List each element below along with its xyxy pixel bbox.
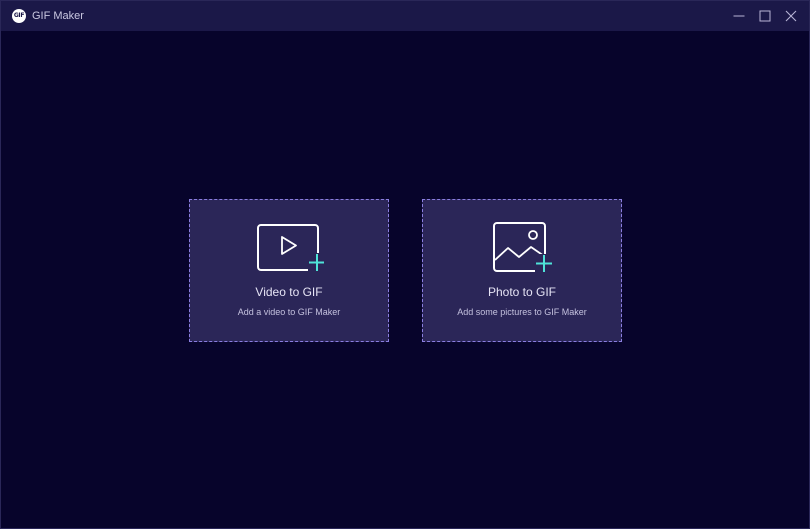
photo-add-icon	[423, 220, 621, 276]
title-bar[interactable]: GIF GIF Maker	[1, 1, 809, 31]
photo-to-gif-subtitle: Add some pictures to GIF Maker	[457, 307, 587, 317]
photo-to-gif-card[interactable]: Photo to GIF Add some pictures to GIF Ma…	[422, 199, 622, 342]
close-icon	[785, 10, 797, 22]
video-to-gif-subtitle: Add a video to GIF Maker	[237, 307, 341, 317]
window-title: GIF Maker	[32, 10, 84, 22]
app-logo-text: GIF	[13, 12, 25, 19]
maximize-icon	[759, 10, 771, 22]
video-to-gif-title: Video to GIF	[255, 285, 323, 299]
minimize-button[interactable]	[729, 6, 749, 26]
app-window: GIF GIF Maker Video to GIF Add a video t…	[0, 0, 810, 529]
maximize-button[interactable]	[755, 6, 775, 26]
photo-to-gif-title: Photo to GIF	[487, 285, 557, 299]
video-add-icon	[190, 220, 388, 276]
video-to-gif-card[interactable]: Video to GIF Add a video to GIF Maker	[189, 199, 389, 342]
close-button[interactable]	[781, 6, 801, 26]
minimize-icon	[733, 15, 745, 17]
app-logo-icon: GIF	[12, 9, 26, 23]
